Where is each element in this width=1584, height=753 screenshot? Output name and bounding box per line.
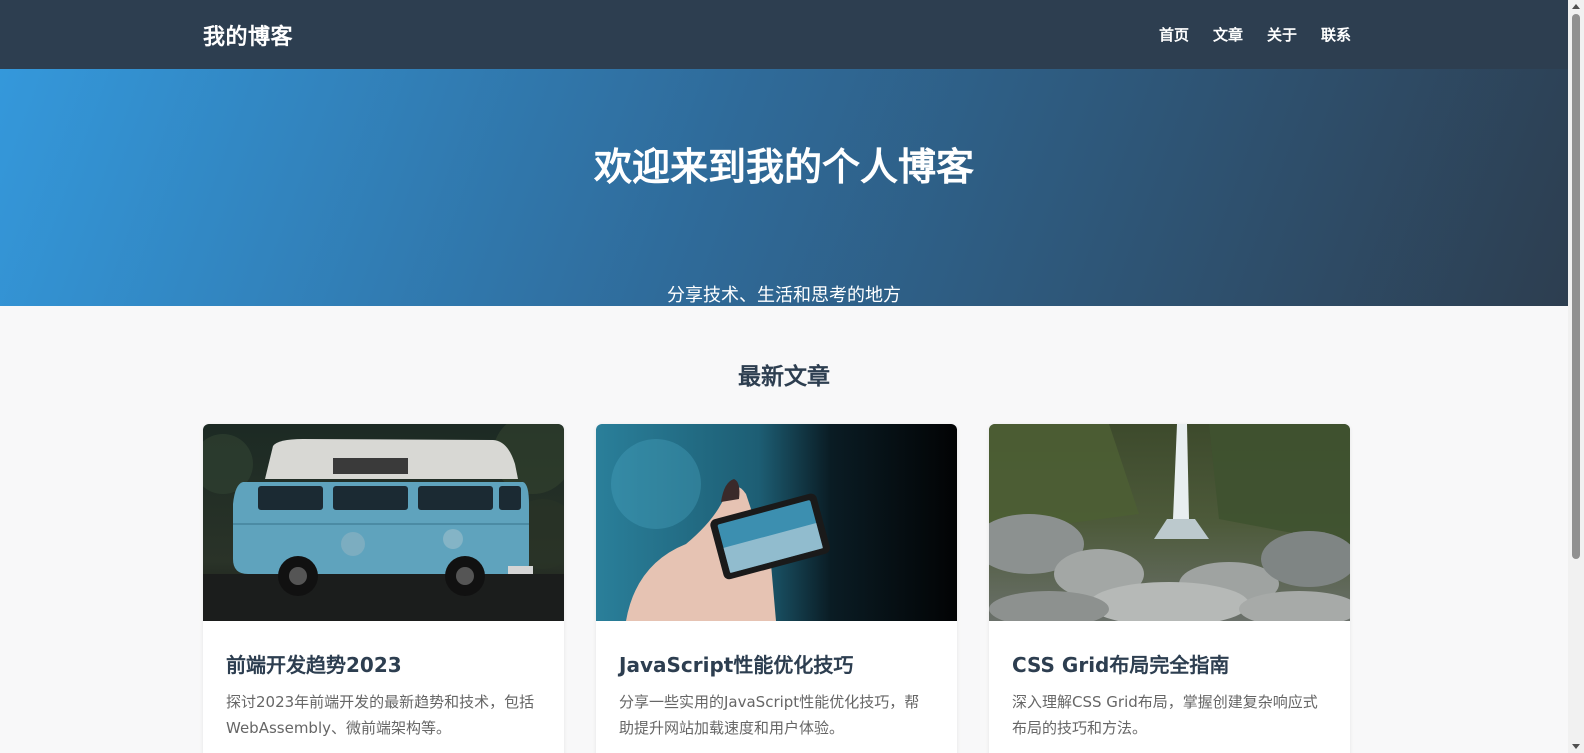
nav-about[interactable]: 关于 [1267, 24, 1297, 45]
phone-photography-photo [596, 424, 957, 621]
article-list: 前端开发趋势2023 探讨2023年前端开发的最新趋势和技术，包括WebAsse… [203, 424, 1350, 753]
article-title[interactable]: JavaScript性能优化技巧 [619, 651, 934, 679]
blue-van-photo [203, 424, 564, 621]
card-body: CSS Grid布局完全指南 深入理解CSS Grid布局，掌握创建复杂响应式布… [989, 621, 1350, 741]
article-desc: 探讨2023年前端开发的最新趋势和技术，包括WebAssembly、微前端架构等… [226, 693, 535, 737]
header-inner: 我的博客 首页 文章 关于 联系 [203, 19, 1351, 51]
nav-contact[interactable]: 联系 [1321, 24, 1351, 45]
hero-title: 欢迎来到我的个人博客 [593, 145, 974, 189]
section-title: 最新文章 [738, 364, 830, 390]
article-desc: 深入理解CSS Grid布局，掌握创建复杂响应式布局的技巧和方法。 [1012, 693, 1318, 737]
site-logo[interactable]: 我的博客 [203, 19, 293, 51]
article-desc: 分享一些实用的JavaScript性能优化技巧，帮助提升网站加载速度和用户体验。 [619, 693, 920, 737]
card-body: JavaScript性能优化技巧 分享一些实用的JavaScript性能优化技巧… [596, 621, 957, 741]
scroll-thumb[interactable] [1572, 14, 1580, 559]
scroll-up-icon[interactable] [1572, 4, 1580, 9]
hero-banner: 欢迎来到我的个人博客 分享技术、生活和思考的地方 [0, 69, 1568, 306]
nav-articles[interactable]: 文章 [1213, 24, 1243, 45]
article-title[interactable]: 前端开发趋势2023 [226, 651, 541, 679]
page-scrollbar[interactable] [1568, 0, 1584, 753]
article-card[interactable]: JavaScript性能优化技巧 分享一些实用的JavaScript性能优化技巧… [596, 424, 957, 753]
scroll-down-icon[interactable] [1572, 744, 1580, 749]
card-body: 前端开发趋势2023 探讨2023年前端开发的最新趋势和技术，包括WebAsse… [203, 621, 564, 741]
waterfall-rocks-photo [989, 424, 1350, 621]
nav-home[interactable]: 首页 [1159, 24, 1189, 45]
article-card[interactable]: 前端开发趋势2023 探讨2023年前端开发的最新趋势和技术，包括WebAsse… [203, 424, 564, 753]
main-nav: 首页 文章 关于 联系 [1159, 24, 1351, 45]
hero-subtitle: 分享技术、生活和思考的地方 [667, 285, 901, 306]
article-card[interactable]: CSS Grid布局完全指南 深入理解CSS Grid布局，掌握创建复杂响应式布… [989, 424, 1350, 753]
article-title[interactable]: CSS Grid布局完全指南 [1012, 651, 1327, 679]
page: 我的博客 首页 文章 关于 联系 欢迎来到我的个人博客 分享技术、生活和思考的地… [0, 0, 1568, 753]
site-header: 我的博客 首页 文章 关于 联系 [0, 0, 1568, 69]
